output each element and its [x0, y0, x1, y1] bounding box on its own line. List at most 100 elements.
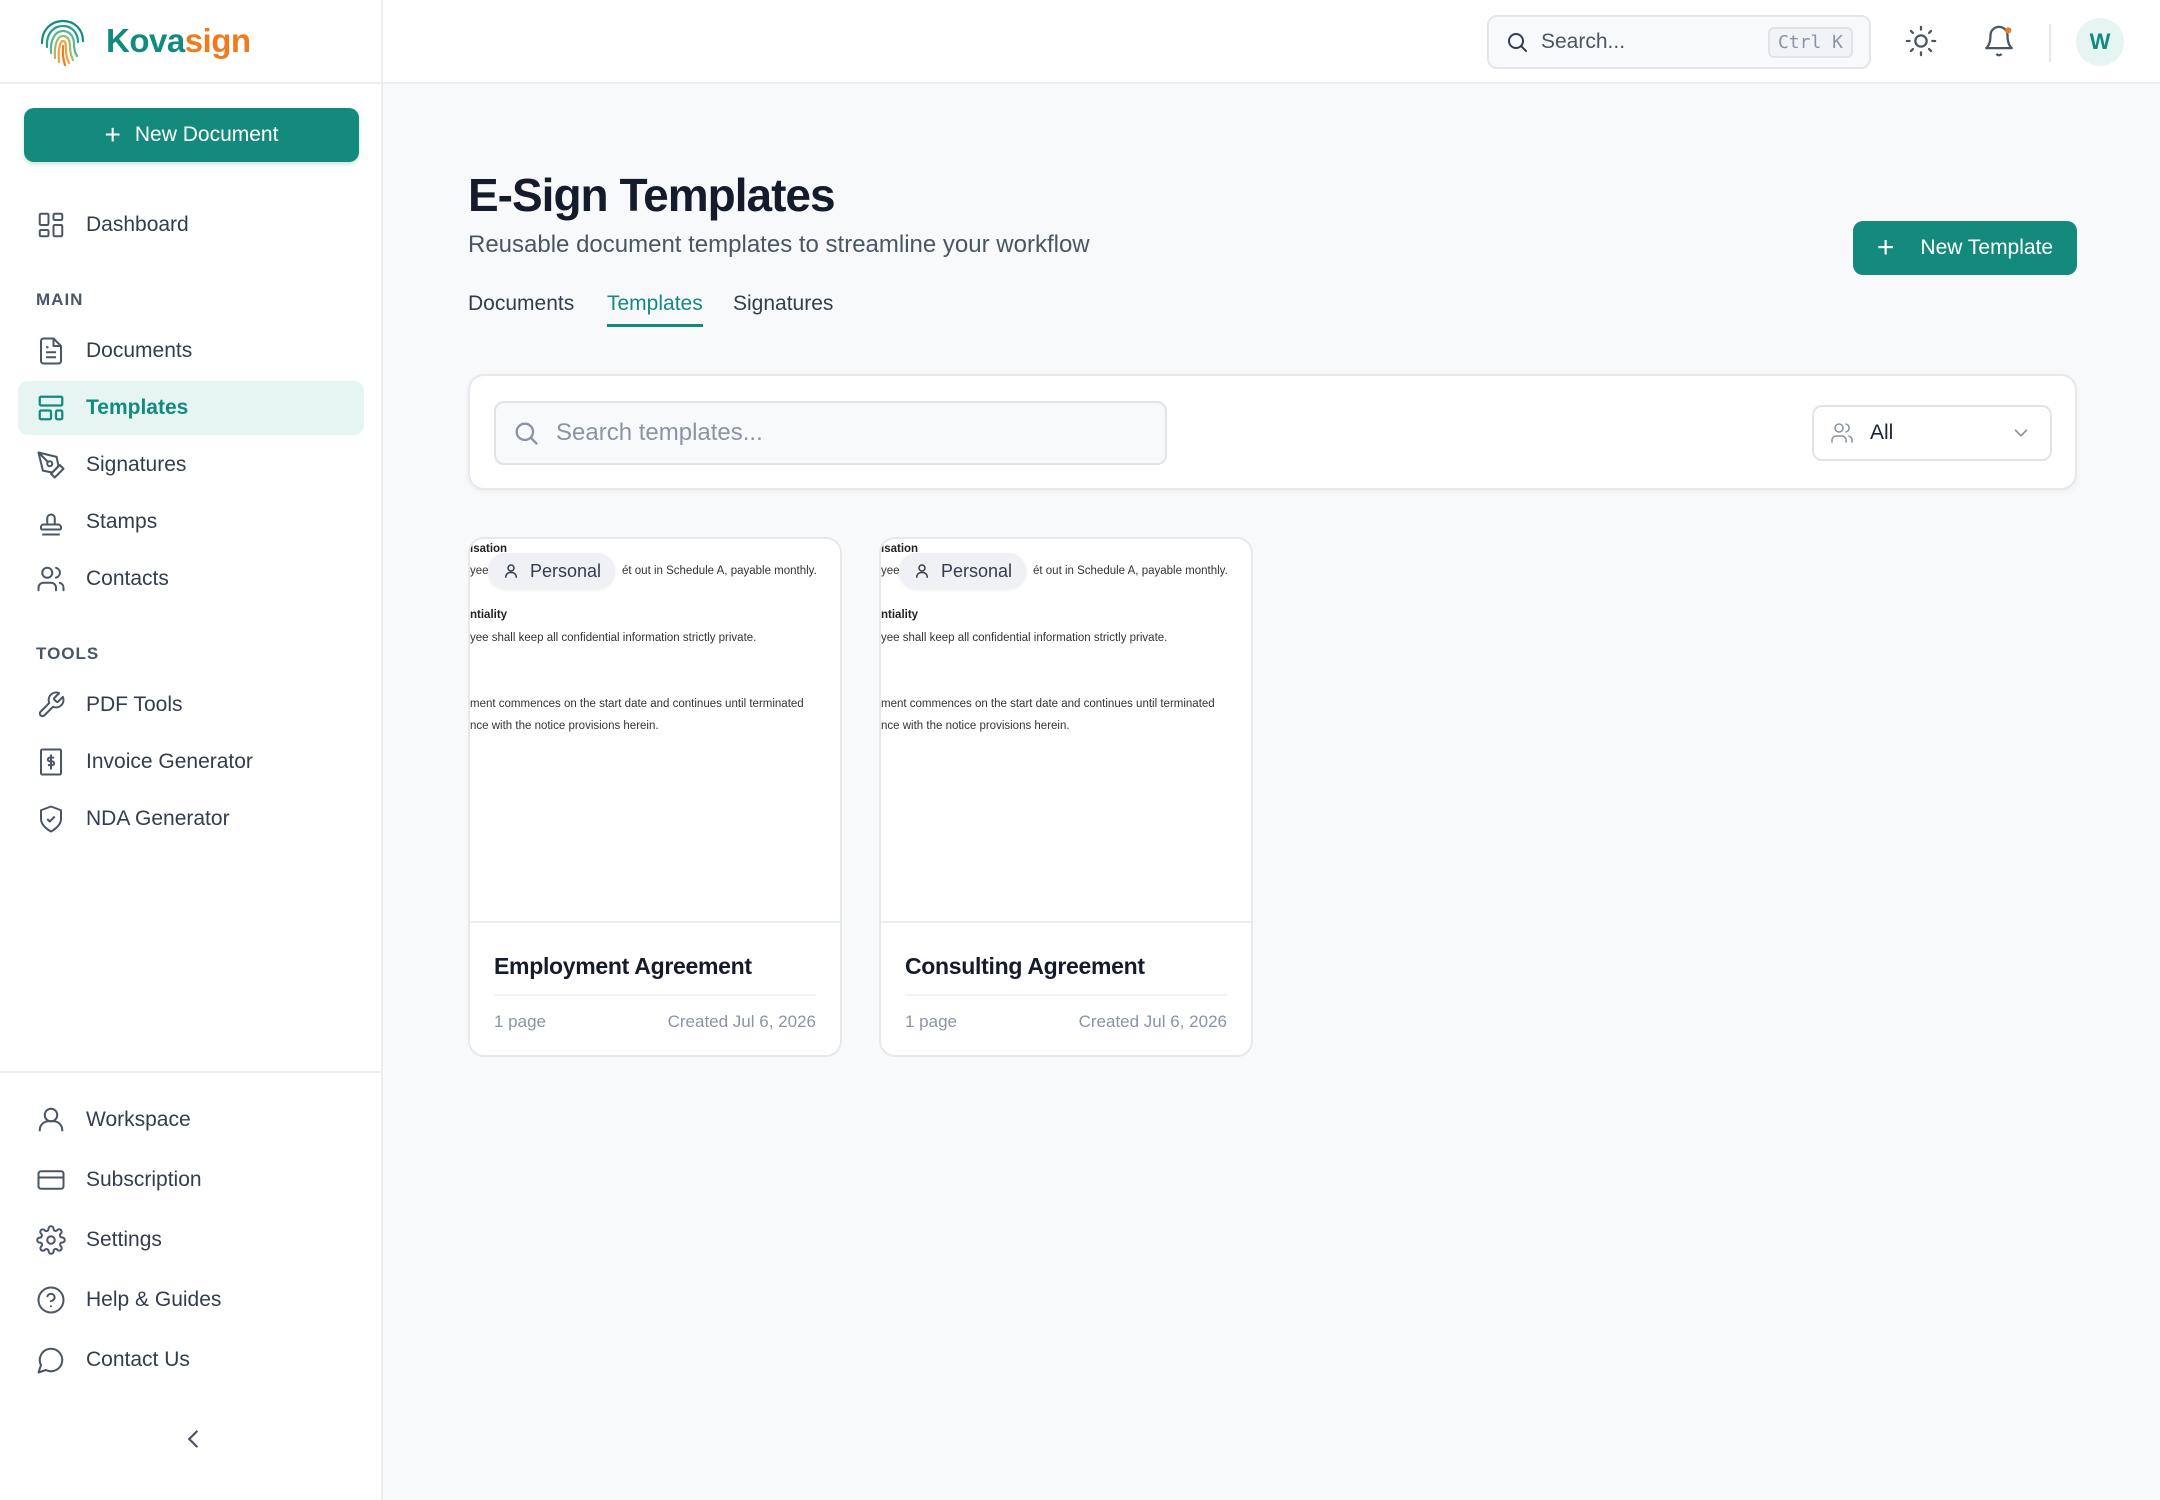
template-search-field[interactable] [494, 401, 1167, 465]
wrench-icon [38, 691, 65, 718]
sidebar-item-signatures[interactable]: Signatures [18, 438, 364, 492]
preview-line: yee [881, 565, 900, 577]
section-label-main: MAIN [36, 290, 84, 309]
global-search-input[interactable]: Search... Ctrl K [1487, 15, 1871, 69]
sidebar-item-dashboard[interactable]: Dashboard [18, 198, 364, 252]
template-card[interactable]: ısation yee ét out in Schedule A, payabl… [468, 537, 842, 1057]
preview-line: yee [470, 565, 489, 577]
receipt-icon [40, 748, 62, 776]
new-template-label: New Template [1920, 236, 2054, 259]
plus-icon: + [1876, 231, 1895, 264]
preview-line: yee shall keep all confidential informat… [470, 632, 757, 644]
owner-filter-value: All [1870, 421, 1894, 444]
new-document-label: New Document [134, 123, 279, 146]
sidebar-item-label: Documents [86, 339, 193, 362]
dashboard-grid-icon [38, 212, 64, 238]
sidebar-item-label: Invoice Generator [86, 750, 253, 773]
shield-check-icon [40, 805, 62, 833]
preview-line: ment commences on the start date and con… [881, 698, 1215, 710]
bell-notification-icon[interactable] [1982, 24, 2016, 58]
sidebar-item-workspace[interactable]: Workspace [18, 1093, 364, 1147]
sidebar-item-nda-generator[interactable]: NDA Generator [18, 792, 364, 846]
sidebar-item-label: PDF Tools [86, 693, 183, 716]
template-card[interactable]: ısation yee ét out in Schedule A, payabl… [879, 537, 1253, 1057]
chevron-down-icon [2014, 429, 2028, 437]
template-page-count: 1 page [494, 1012, 546, 1031]
chevron-left-icon[interactable] [178, 1424, 208, 1454]
template-search-input[interactable] [556, 419, 1116, 447]
sidebar-item-settings[interactable]: Settings [18, 1213, 364, 1267]
users-icon [37, 566, 65, 592]
help-circle-icon [37, 1286, 65, 1314]
preview-line: ét out in Schedule A, payable monthly. [622, 565, 817, 577]
tab-signatures[interactable]: Signatures [733, 292, 833, 324]
file-text-icon [40, 337, 62, 365]
topbar: Search... Ctrl K W [383, 0, 2160, 84]
sidebar-item-label: Templates [86, 396, 189, 419]
sidebar-item-label: Subscription [86, 1168, 202, 1191]
card-divider [494, 994, 816, 996]
credit-card-icon [37, 1170, 65, 1190]
sidebar-item-label: Dashboard [86, 213, 189, 236]
user-icon [505, 564, 517, 578]
card-divider [905, 994, 1227, 996]
new-template-button[interactable]: + New Template [1853, 221, 2077, 275]
new-document-button[interactable]: + New Document [24, 108, 359, 162]
sidebar-item-contact-us[interactable]: Contact Us [18, 1333, 364, 1387]
search-icon [515, 422, 538, 445]
preview-line: ntiality [881, 609, 919, 621]
user-icon [916, 564, 928, 578]
sidebar-item-subscription[interactable]: Subscription [18, 1153, 364, 1207]
gear-icon [36, 1225, 66, 1255]
page-title: E-Sign Templates [468, 169, 836, 221]
fingerprint-logo-icon [40, 19, 85, 67]
tab-documents[interactable]: Documents [468, 292, 574, 324]
sidebar-item-label: Settings [86, 1228, 162, 1251]
sidebar-item-label: NDA Generator [86, 807, 230, 830]
page-subtitle: Reusable document templates to streamlin… [468, 231, 1090, 258]
avatar[interactable]: W [2076, 18, 2124, 66]
plus-icon: + [104, 119, 121, 150]
global-search-placeholder: Search... [1541, 30, 1626, 53]
template-created-date: Created Jul 6, 2026 [667, 1012, 816, 1031]
sidebar-item-contacts[interactable]: Contacts [18, 552, 364, 606]
logo[interactable]: Kovasign [0, 0, 381, 84]
sidebar-item-documents[interactable]: Documents [18, 324, 364, 378]
layout-template-icon [38, 395, 64, 421]
keyboard-shortcut-hint: Ctrl K [1767, 26, 1853, 58]
sidebar-item-templates[interactable]: Templates [18, 381, 364, 435]
sidebar-item-label: Stamps [86, 510, 158, 533]
section-label-tools: TOOLS [36, 644, 100, 663]
template-preview: ısation yee ét out in Schedule A, payabl… [470, 539, 840, 923]
sidebar-item-stamps[interactable]: Stamps [18, 495, 364, 549]
sun-theme-toggle-icon[interactable] [1904, 24, 1938, 58]
badge-label: Personal [941, 560, 1013, 581]
template-name: Employment Agreement [494, 953, 752, 979]
preview-line: ét out in Schedule A, payable monthly. [1033, 565, 1228, 577]
sidebar-item-label: Contacts [86, 567, 169, 590]
user-icon [38, 1107, 64, 1132]
sidebar-item-label: Signatures [86, 453, 187, 476]
stamp-icon [40, 513, 62, 536]
sidebar-item-invoice-generator[interactable]: Invoice Generator [18, 735, 364, 789]
filter-bar: All [468, 374, 2077, 490]
template-created-date: Created Jul 6, 2026 [1078, 1012, 1227, 1031]
sidebar-item-label: Contact Us [86, 1348, 190, 1371]
owner-filter-select[interactable]: All [1812, 405, 2052, 461]
message-circle-icon [37, 1347, 64, 1374]
sidebar-item-pdf-tools[interactable]: PDF Tools [18, 678, 364, 732]
sidebar-item-help[interactable]: Help & Guides [18, 1273, 364, 1327]
sidebar: Kovasign + New Document Dashboard MAIN D… [0, 0, 383, 1500]
sidebar-item-label: Help & Guides [86, 1288, 222, 1311]
sidebar-divider [0, 1071, 381, 1073]
users-icon [1831, 423, 1853, 443]
tab-templates[interactable]: Templates [607, 292, 703, 327]
badge-label: Personal [530, 560, 602, 581]
preview-line: ment commences on the start date and con… [470, 698, 804, 710]
visibility-badge: Personal [488, 553, 616, 589]
preview-line: nce with the notice provisions herein. [470, 720, 659, 732]
template-name: Consulting Agreement [905, 953, 1145, 979]
template-page-count: 1 page [905, 1012, 957, 1031]
preview-line: yee shall keep all confidential informat… [881, 632, 1168, 644]
search-icon [1508, 33, 1527, 52]
